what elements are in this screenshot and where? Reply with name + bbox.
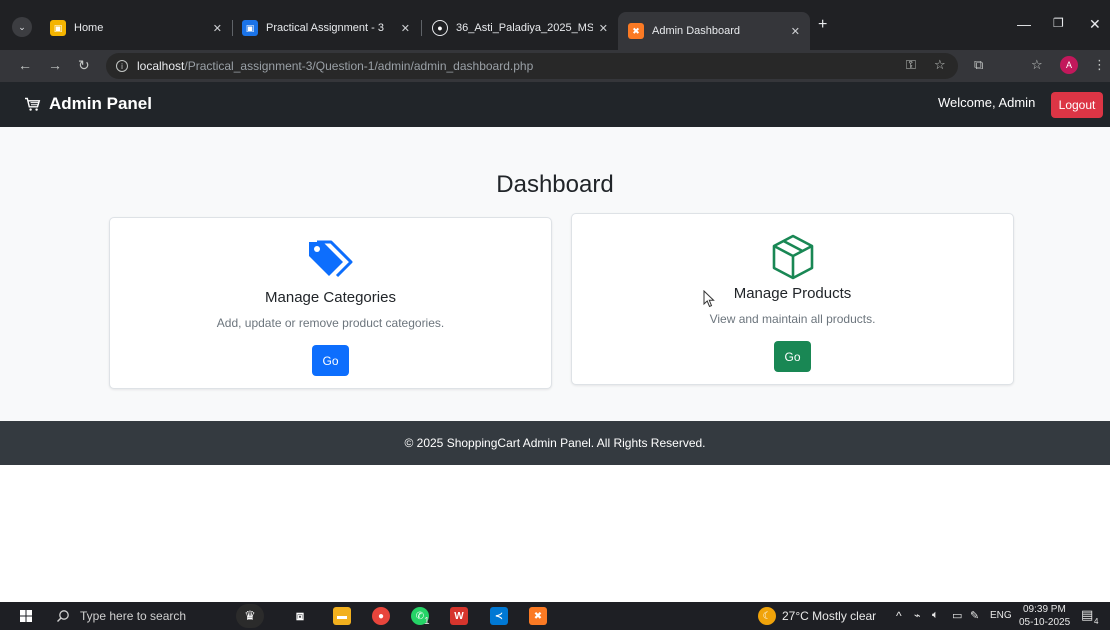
card-title: Manage Products — [733, 285, 852, 302]
navbar-brand[interactable]: Admin Panel — [24, 94, 152, 114]
manage-products-go-button[interactable]: Go — [774, 341, 811, 372]
password-key-icon[interactable]: ⚿ — [906, 57, 916, 73]
dashboard-content: Dashboard Manage Categories Add, update … — [0, 127, 1110, 421]
brand-text: Admin Panel — [49, 94, 152, 113]
welcome-text: Welcome, Admin — [938, 95, 1036, 110]
page-footer: © 2025 ShoppingCart Admin Panel. All Rig… — [0, 421, 1110, 465]
new-tab-icon[interactable]: + — [818, 16, 827, 34]
search-placeholder: Type here to search — [80, 609, 187, 623]
clock-date[interactable]: 05-10-2025 — [1019, 617, 1070, 628]
minimize-icon[interactable]: — — [1017, 16, 1031, 32]
tab-title: Home — [74, 22, 104, 34]
card-description: View and maintain all products. — [709, 312, 876, 326]
github-icon: ● — [432, 20, 448, 36]
manage-categories-card: Manage Categories Add, update or remove … — [109, 217, 552, 389]
xampp-icon[interactable]: ✖ — [529, 607, 547, 625]
card-description: Add, update or remove product categories… — [216, 316, 445, 330]
close-tab-icon[interactable]: ✕ — [599, 22, 608, 35]
tab-title: 36_Asti_Paladiya_2025_MSCICT — [456, 22, 593, 34]
close-window-icon[interactable]: ✕ — [1089, 16, 1101, 33]
shopping-cart-icon — [25, 97, 41, 111]
favorites-icon[interactable]: ☆ — [1031, 57, 1043, 73]
url-host: localhost — [137, 59, 185, 73]
volume-icon[interactable]: 🔈︎ — [932, 609, 939, 622]
tab-title: Practical Assignment - 3 — [266, 22, 384, 34]
taskbar-search-box[interactable]: Type here to search — [48, 605, 224, 627]
tuxedo-avatar-icon[interactable]: ♛ — [236, 604, 264, 628]
tags-icon — [308, 240, 352, 278]
xampp-icon: ✖ — [628, 23, 644, 39]
forward-icon[interactable]: → — [48, 57, 62, 73]
reload-icon[interactable]: ↻ — [78, 57, 90, 74]
tab-title: Admin Dashboard — [652, 25, 741, 37]
close-tab-icon[interactable]: ✕ — [213, 22, 222, 35]
pen-icon[interactable]: ✎ — [970, 609, 979, 622]
task-view-icon[interactable]: ⧈ — [291, 607, 309, 625]
tab-github[interactable]: ● 36_Asti_Paladiya_2025_MSCICT ✕ — [422, 12, 618, 44]
restore-icon[interactable]: ❐ — [1053, 16, 1064, 30]
url-path: /Practical_assignment-3/Question-1/admin… — [184, 59, 534, 73]
manage-categories-go-button[interactable]: Go — [312, 345, 349, 376]
tab-practical-assignment[interactable]: ▣ Practical Assignment - 3 ✕ — [232, 12, 420, 44]
tab-admin-dashboard[interactable]: ✖ Admin Dashboard ✕ — [618, 12, 810, 50]
bookmark-star-icon[interactable]: ☆ — [934, 57, 946, 73]
weather-icon: ☾ — [758, 607, 776, 625]
menu-dots-icon[interactable]: ⋮ — [1093, 57, 1106, 73]
show-hidden-icons-icon[interactable]: ^ — [896, 609, 902, 623]
notification-count: 4 — [1094, 617, 1099, 626]
battery-icon[interactable]: ▭ — [952, 609, 962, 622]
logout-button[interactable]: Logout — [1051, 92, 1103, 118]
classroom-assignment-icon: ▣ — [242, 20, 258, 36]
weather-text[interactable]: 27°C Mostly clear — [782, 609, 876, 623]
language-indicator[interactable]: ENG — [990, 610, 1012, 621]
tab-home[interactable]: ▣ Home ✕ — [40, 12, 232, 44]
chrome-icon[interactable]: ● — [372, 607, 390, 625]
wps-office-icon[interactable]: W — [450, 607, 468, 625]
back-icon[interactable]: ← — [18, 57, 32, 73]
notification-icon[interactable]: ▤ — [1081, 607, 1093, 623]
address-bar[interactable]: i localhost/Practical_assignment-3/Quest… — [106, 53, 958, 79]
url-text: localhost/Practical_assignment-3/Questio… — [137, 59, 533, 73]
browser-toolbar: ← → ↻ i localhost/Practical_assignment-3… — [0, 50, 1110, 82]
search-icon — [57, 610, 69, 622]
close-tab-icon[interactable]: ✕ — [401, 22, 410, 35]
close-tab-icon[interactable]: ✕ — [791, 25, 800, 38]
network-icon[interactable]: ⌁ — [914, 609, 921, 622]
browser-tab-bar: ⌄ ▣ Home ✕ ▣ Practical Assignment - 3 ✕ … — [0, 0, 1110, 50]
site-info-icon[interactable]: i — [116, 60, 128, 72]
vscode-icon[interactable]: ≺ — [490, 607, 508, 625]
tab-search-chevron-icon[interactable]: ⌄ — [12, 17, 32, 37]
profile-avatar[interactable]: A — [1060, 56, 1078, 74]
google-classroom-icon: ▣ — [50, 20, 66, 36]
file-explorer-icon[interactable]: ▬ — [333, 607, 351, 625]
windows-taskbar: Type here to search ♛ ⧈ ▬ ● ✆ 1 W ≺ ✖ ☾ … — [0, 602, 1110, 630]
card-title: Manage Categories — [265, 289, 396, 306]
mouse-cursor-icon — [703, 290, 715, 308]
extensions-icon[interactable]: ⧉ — [974, 57, 983, 73]
clock-time[interactable]: 09:39 PM — [1023, 604, 1066, 615]
page-title: Dashboard — [496, 171, 614, 198]
manage-products-card: Manage Products View and maintain all pr… — [571, 213, 1014, 385]
box-icon — [772, 234, 813, 280]
windows-start-icon[interactable] — [20, 610, 32, 622]
admin-navbar: Admin Panel Welcome, Admin Logout — [0, 82, 1110, 127]
footer-text: © 2025 ShoppingCart Admin Panel. All Rig… — [404, 436, 706, 450]
whatsapp-badge: 1 — [424, 616, 430, 627]
